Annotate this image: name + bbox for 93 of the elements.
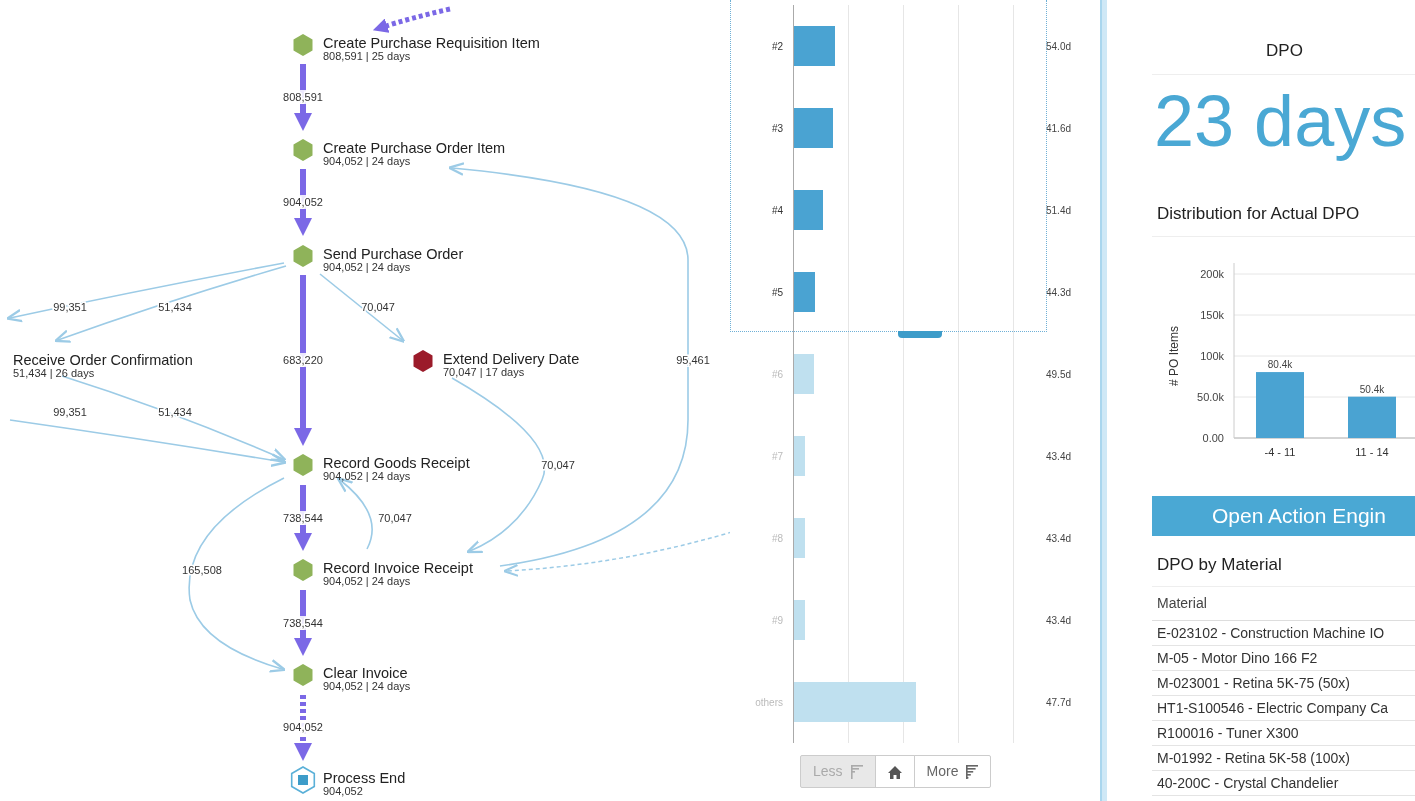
bar-label: others xyxy=(754,695,783,710)
bar-value: 41.6d xyxy=(1046,121,1072,136)
kpi-title: DPO xyxy=(1152,38,1415,75)
edge-label: 70,047 xyxy=(378,512,412,524)
bar-label: #7 xyxy=(770,449,783,464)
edge-label: 683,220 xyxy=(283,354,323,366)
bar-label: #6 xyxy=(770,367,783,382)
bar-label: #8 xyxy=(770,531,783,546)
edge-label: 70,047 xyxy=(361,301,395,313)
chart-bar xyxy=(1348,396,1396,438)
bar[interactable] xyxy=(794,26,835,66)
more-button[interactable]: More xyxy=(913,755,992,788)
bar[interactable] xyxy=(794,190,823,230)
activity-name[interactable]: Extend Delivery Date xyxy=(443,351,580,367)
bar-label: #5 xyxy=(770,285,783,300)
edge-label: 51,434 xyxy=(158,301,192,313)
axis-tick-label: 100k xyxy=(1200,350,1224,362)
home-icon xyxy=(887,765,902,779)
edge-label: 738,544 xyxy=(283,512,323,524)
activity-stats: 904,052 | 24 days xyxy=(323,680,411,692)
section-title: DPO by Material xyxy=(1152,552,1415,587)
axis-tick-label: 50.0k xyxy=(1197,391,1224,403)
kpi-value: 23 days xyxy=(1154,80,1408,161)
activity-stats: 70,047 | 17 days xyxy=(443,366,525,378)
edge-label: 808,591 xyxy=(283,91,323,103)
bar-value: 43.4d xyxy=(1046,531,1072,546)
activity-name[interactable]: Create Purchase Requisition Item xyxy=(323,35,540,51)
activity-name[interactable]: Create Purchase Order Item xyxy=(323,140,506,156)
bar-label: #9 xyxy=(770,613,783,628)
end-hexagon-icon[interactable] xyxy=(290,766,316,794)
axis-tick-label: 200k xyxy=(1200,268,1224,280)
activity-name[interactable]: Receive Order Confirmation xyxy=(13,352,193,368)
table-cell: M-023001 - Retina 5K-75 (50x) xyxy=(1152,670,1415,696)
activity-name[interactable]: Record Invoice Receipt xyxy=(323,560,473,576)
edge-label: 904,052 xyxy=(283,721,323,733)
edge-label: 51,434 xyxy=(158,406,192,418)
hexagon-icon[interactable] xyxy=(413,350,433,372)
home-button[interactable] xyxy=(874,755,915,788)
bar-value: 43.4d xyxy=(1046,613,1072,628)
edge-label: 95,461 xyxy=(676,354,710,366)
activity-name[interactable]: Clear Invoice xyxy=(323,665,408,681)
bar-value: 43.4d xyxy=(1046,449,1072,464)
bar[interactable] xyxy=(794,354,814,394)
activity-name[interactable]: Send Purchase Order xyxy=(323,246,464,262)
sort-icon xyxy=(850,765,863,780)
bar-label: #3 xyxy=(770,121,783,136)
table-cell: M-01992 - Retina 5K-58 (100x) xyxy=(1152,745,1415,771)
column-header[interactable]: Material xyxy=(1152,586,1415,621)
bar[interactable] xyxy=(794,436,805,476)
activity-stats: 904,052 | 24 days xyxy=(323,155,411,167)
edge-label: 70,047 xyxy=(541,459,575,471)
activity-stats: 808,591 | 25 days xyxy=(323,50,411,62)
activity-stats: 904,052 | 24 days xyxy=(323,575,411,587)
splitter-bar[interactable] xyxy=(1100,0,1107,801)
bar-value: 49.5d xyxy=(1046,367,1072,382)
edge-label: 904,052 xyxy=(283,196,323,208)
axis-tick-label: 0.00 xyxy=(1202,432,1224,444)
bar[interactable] xyxy=(794,682,916,722)
bar-label: #4 xyxy=(770,203,783,218)
table-cell: HT1-S100546 - Electric Company Ca xyxy=(1152,695,1415,721)
edge-label: 99,351 xyxy=(53,406,87,418)
activity-stats: 904,052 | 24 days xyxy=(323,261,411,273)
bar[interactable] xyxy=(794,518,805,558)
value-label: 80.4k xyxy=(1267,359,1293,371)
chart-bar xyxy=(1256,372,1304,438)
bar-value: 51.4d xyxy=(1046,203,1072,218)
brush-handle[interactable] xyxy=(898,331,942,338)
axis-tick-label: 150k xyxy=(1200,309,1224,321)
bar[interactable] xyxy=(794,600,805,640)
bar[interactable] xyxy=(794,272,815,312)
axis-title: # PO Items xyxy=(1167,326,1181,386)
activity-stats: 904,052 xyxy=(323,785,363,797)
activity-name[interactable]: Process End xyxy=(323,770,406,786)
edge-label: 738,544 xyxy=(283,617,323,629)
bar-label: #2 xyxy=(770,39,783,54)
bar-value: 44.3d xyxy=(1046,285,1072,300)
section-title: Distribution for Actual DPO xyxy=(1152,200,1415,237)
table-cell: 40-200C - Crystal Chandelier xyxy=(1152,770,1415,796)
table-cell: E-023102 - Construction Machine IO xyxy=(1152,620,1415,646)
value-label: 50.4k xyxy=(1359,383,1385,395)
edge-label: 165,508 xyxy=(182,564,222,576)
sort-icon xyxy=(966,765,979,780)
activity-stats: 904,052 | 24 days xyxy=(323,470,411,482)
axis-tick-label: -4 - 11 xyxy=(1264,446,1296,458)
activity-stats: 51,434 | 26 days xyxy=(13,367,95,379)
table-cell: M-05 - Motor Dino 166 F2 xyxy=(1152,645,1415,671)
bar-value: 47.7d xyxy=(1046,695,1072,710)
bar-value: 54.0d xyxy=(1046,39,1072,54)
edge-label: 99,351 xyxy=(53,301,87,313)
table-cell: R100016 - Tuner X300 xyxy=(1152,720,1415,746)
activity-name[interactable]: Record Goods Receipt xyxy=(323,455,470,471)
axis-tick-label: 11 - 14 xyxy=(1355,446,1389,458)
bar[interactable] xyxy=(794,108,833,148)
